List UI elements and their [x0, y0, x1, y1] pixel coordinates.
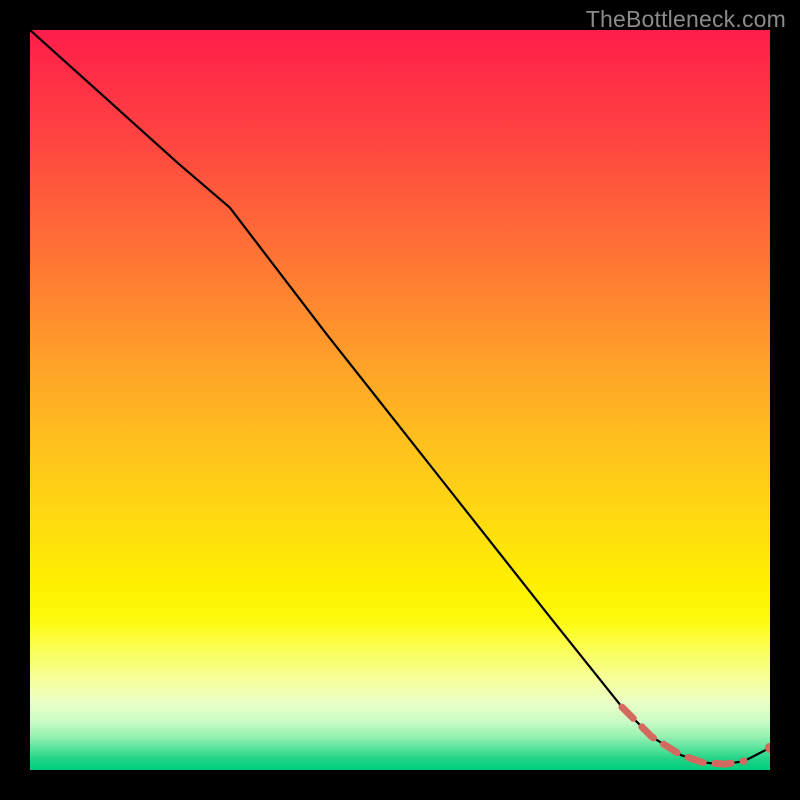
chart-container: TheBottleneck.com	[0, 0, 800, 800]
watermark-text: TheBottleneck.com	[586, 6, 786, 33]
plot-area	[30, 30, 770, 770]
chart-svg	[30, 30, 770, 770]
main-curve	[30, 30, 770, 764]
end-point-marker	[765, 743, 770, 753]
